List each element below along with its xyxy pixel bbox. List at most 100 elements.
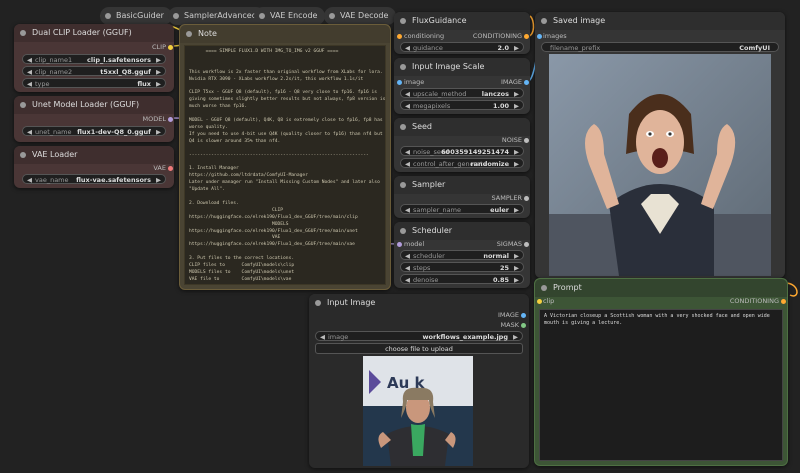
clip-name1-combo[interactable]: ◀ clip_name1 clip_l.safetensors ▶ xyxy=(22,54,166,64)
output-dot-icon[interactable] xyxy=(521,322,526,328)
output-dot-icon[interactable] xyxy=(524,195,529,201)
prompt-node[interactable]: Prompt clip CONDITIONING A Victorian clo… xyxy=(534,278,788,466)
collapse-dot-icon[interactable] xyxy=(173,13,179,19)
collapse-dot-icon[interactable] xyxy=(315,300,321,306)
sigmas-output-slot[interactable]: SIGMAS xyxy=(497,239,529,249)
arrow-right-icon[interactable]: ▶ xyxy=(513,332,518,342)
arrow-left-icon[interactable]: ◀ xyxy=(405,251,410,261)
arrow-right-icon[interactable]: ▶ xyxy=(514,89,519,99)
upscale-method-combo[interactable]: ◀ upscale_method lanczos ▶ xyxy=(400,88,524,98)
model-input-slot[interactable]: model xyxy=(397,239,424,249)
node-title-bar[interactable]: Scheduler xyxy=(394,222,530,240)
collapse-dot-icon[interactable] xyxy=(400,228,406,234)
sampler-name-combo[interactable]: ◀ sampler_name euler ▶ xyxy=(400,204,524,214)
arrow-left-icon[interactable]: ◀ xyxy=(27,175,32,185)
arrow-right-icon[interactable]: ▶ xyxy=(156,79,161,89)
node-title-bar[interactable]: Saved image xyxy=(535,12,785,30)
node-title-bar[interactable]: Input Image Scale xyxy=(394,58,530,76)
megapixels-number[interactable]: ◀ megapixels 1.00 ▶ xyxy=(400,100,524,110)
input-dot-icon[interactable] xyxy=(537,298,542,304)
sampler-node[interactable]: Sampler SAMPLER ◀ sampler_name euler ▶ xyxy=(394,176,530,218)
conditioning-input-slot[interactable]: conditioning xyxy=(397,31,444,41)
output-dot-icon[interactable] xyxy=(781,298,786,304)
filename-prefix-text[interactable]: filename_prefix ComfyUI xyxy=(541,42,779,52)
mask-output-slot[interactable]: MASK xyxy=(501,320,526,330)
output-dot-icon[interactable] xyxy=(168,165,173,171)
output-dot-icon[interactable] xyxy=(168,116,173,122)
guidance-number[interactable]: ◀ guidance 2.0 ▶ xyxy=(400,42,524,52)
node-title-bar[interactable]: Prompt xyxy=(535,279,787,297)
node-title-bar[interactable]: VAE Loader xyxy=(14,146,174,164)
arrow-left-icon[interactable]: ◀ xyxy=(405,89,410,99)
prompt-textarea[interactable]: A Victorian closeup a Scottish woman wit… xyxy=(539,309,783,461)
vae-encode-node[interactable]: VAE Encode xyxy=(254,7,326,25)
collapse-dot-icon[interactable] xyxy=(541,285,547,291)
output-dot-icon[interactable] xyxy=(524,137,529,143)
node-title-bar[interactable]: FluxGuidance xyxy=(394,12,530,30)
collapse-dot-icon[interactable] xyxy=(186,31,192,37)
noise-output-slot[interactable]: NOISE xyxy=(502,135,529,145)
saved-image-node[interactable]: Saved image images filename_prefix Comfy… xyxy=(535,12,785,278)
collapse-dot-icon[interactable] xyxy=(400,64,406,70)
collapse-dot-icon[interactable] xyxy=(20,152,26,158)
output-dot-icon[interactable] xyxy=(524,33,529,39)
clip-name2-combo[interactable]: ◀ clip_name2 t5xxl_Q8.gguf ▶ xyxy=(22,66,166,76)
sampler-advanced-node[interactable]: SamplerAdvanced xyxy=(168,7,265,25)
output-dot-icon[interactable] xyxy=(524,241,529,247)
unet-loader-node[interactable]: Unet Model Loader (GGUF) MODEL ◀ unet_na… xyxy=(14,96,174,142)
arrow-left-icon[interactable]: ◀ xyxy=(405,159,410,169)
clip-input-slot[interactable]: clip xyxy=(537,296,554,306)
input-dot-icon[interactable] xyxy=(397,79,402,85)
arrow-right-icon[interactable]: ▶ xyxy=(156,175,161,185)
steps-number[interactable]: ◀ steps 25 ▶ xyxy=(400,262,524,272)
seed-node[interactable]: Seed NOISE ◀ noise_seed 600359149251474 … xyxy=(394,118,530,172)
image-output-slot[interactable]: IMAGE xyxy=(501,77,529,87)
arrow-right-icon[interactable]: ▶ xyxy=(514,147,519,157)
note-textarea[interactable]: ==== SIMPLE FLUX1.D WITH IMG_TO_IMG v2 G… xyxy=(184,45,386,285)
collapse-dot-icon[interactable] xyxy=(400,182,406,188)
output-dot-icon[interactable] xyxy=(168,44,173,50)
node-title-bar[interactable]: Input Image xyxy=(309,294,529,312)
collapse-dot-icon[interactable] xyxy=(329,13,335,19)
input-image-scale-node[interactable]: Input Image Scale image IMAGE ◀ upscale_… xyxy=(394,58,530,114)
model-output-slot[interactable]: MODEL xyxy=(143,114,173,124)
input-dot-icon[interactable] xyxy=(397,241,402,247)
collapse-dot-icon[interactable] xyxy=(259,13,265,19)
collapse-dot-icon[interactable] xyxy=(541,18,547,24)
sampler-output-slot[interactable]: SAMPLER xyxy=(492,193,529,203)
collapse-dot-icon[interactable] xyxy=(20,102,26,108)
output-dot-icon[interactable] xyxy=(524,79,529,85)
arrow-left-icon[interactable]: ◀ xyxy=(27,127,32,137)
node-title-bar[interactable]: Unet Model Loader (GGUF) xyxy=(14,96,174,114)
arrow-right-icon[interactable]: ▶ xyxy=(514,251,519,261)
conditioning-output-slot[interactable]: CONDITIONING xyxy=(473,31,529,41)
vae-decode-node[interactable]: VAE Decode xyxy=(324,7,397,25)
arrow-right-icon[interactable]: ▶ xyxy=(514,263,519,273)
arrow-left-icon[interactable]: ◀ xyxy=(320,332,325,342)
arrow-left-icon[interactable]: ◀ xyxy=(405,205,410,215)
arrow-right-icon[interactable]: ▶ xyxy=(156,127,161,137)
collapse-dot-icon[interactable] xyxy=(400,18,406,24)
arrow-left-icon[interactable]: ◀ xyxy=(27,79,32,89)
denoise-number[interactable]: ◀ denoise 0.85 ▶ xyxy=(400,274,524,284)
collapse-dot-icon[interactable] xyxy=(20,30,26,36)
arrow-right-icon[interactable]: ▶ xyxy=(514,101,519,111)
scheduler-node[interactable]: Scheduler model SIGMAS ◀ scheduler norma… xyxy=(394,222,530,288)
vae-output-slot[interactable]: VAE xyxy=(153,163,173,173)
dual-clip-loader-node[interactable]: Dual CLIP Loader (GGUF) CLIP ◀ clip_name… xyxy=(14,24,174,92)
arrow-left-icon[interactable]: ◀ xyxy=(27,55,32,65)
arrow-left-icon[interactable]: ◀ xyxy=(405,263,410,273)
image-combo[interactable]: ◀ image workflows_example.jpg ▶ xyxy=(315,331,523,341)
type-combo[interactable]: ◀ type flux ▶ xyxy=(22,78,166,88)
arrow-left-icon[interactable]: ◀ xyxy=(27,67,32,77)
node-title-bar[interactable]: Sampler xyxy=(394,176,530,194)
vae-loader-node[interactable]: VAE Loader VAE ◀ vae_name flux-vae.safet… xyxy=(14,146,174,188)
arrow-left-icon[interactable]: ◀ xyxy=(405,43,410,53)
scheduler-combo[interactable]: ◀ scheduler normal ▶ xyxy=(400,250,524,260)
arrow-right-icon[interactable]: ▶ xyxy=(156,67,161,77)
collapse-dot-icon[interactable] xyxy=(400,124,406,130)
arrow-right-icon[interactable]: ▶ xyxy=(156,55,161,65)
node-title-bar[interactable]: Dual CLIP Loader (GGUF) xyxy=(14,24,174,42)
arrow-right-icon[interactable]: ▶ xyxy=(514,159,519,169)
unet-name-combo[interactable]: ◀ unet_name flux1-dev-Q8_0.gguf ▶ xyxy=(22,126,166,136)
